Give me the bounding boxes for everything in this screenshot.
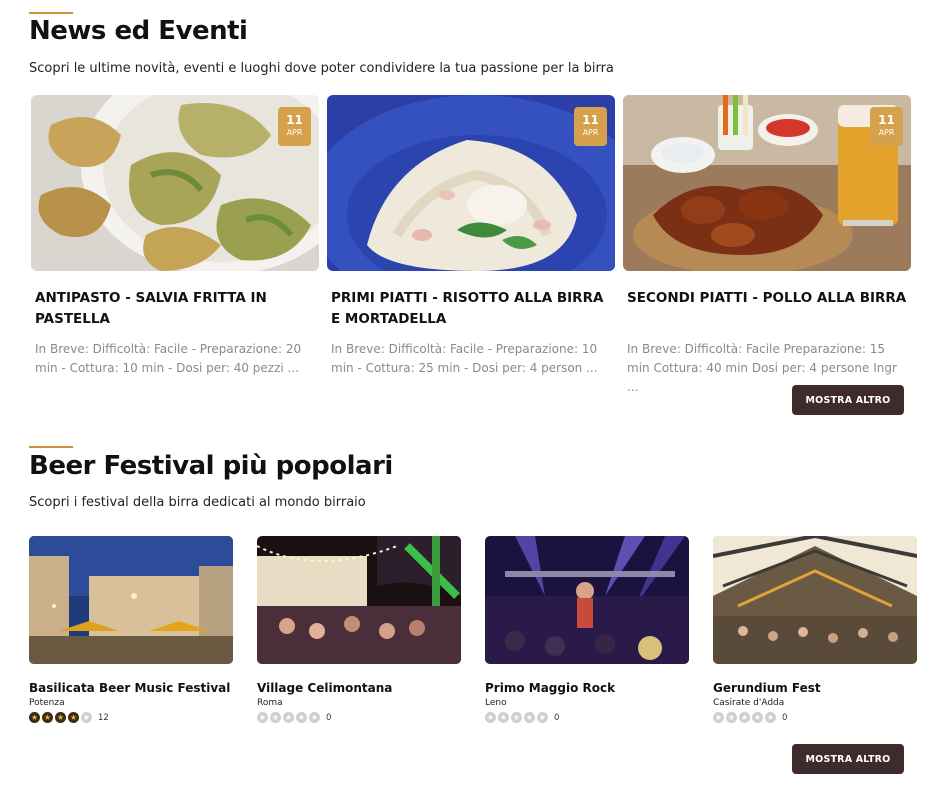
news-show-more-button[interactable]: MOSTRA ALTRO [792,385,904,415]
date-day: 11 [582,113,599,127]
news-card-description: In Breve: Difficoltà: Facile - Preparazi… [35,342,302,375]
news-card-title[interactable]: PRIMI PIATTI - RISOTTO ALLA BIRRA E MORT… [331,288,611,330]
festival-card[interactable]: Gerundium Fest Casirate d'Adda ★ ★ ★ ★ ★… [713,536,917,723]
star-icon: ★ [257,712,268,723]
festival-show-more-button[interactable]: MOSTRA ALTRO [792,744,904,774]
festival-city: Casirate d'Adda [713,698,785,708]
rating-count: 0 [554,712,560,723]
festival-card[interactable]: Basilicata Beer Music Festival Potenza ★… [29,536,233,723]
date-badge: 11 APR [278,107,311,146]
date-badge: 11 APR [574,107,607,146]
star-icon: ★ [524,712,535,723]
rating-count: 12 [98,712,109,723]
star-icon: ★ [537,712,548,723]
star-icon: ★ [765,712,776,723]
news-card-description: In Breve: Difficoltà: Facile - Preparazi… [331,342,598,375]
star-icon: ★ [42,712,53,723]
star-icon: ★ [68,712,79,723]
news-card[interactable]: 11 APR PRIMI PIATTI - RISOTTO ALLA BIRRA… [327,95,615,378]
news-image-pollo[interactable]: 11 APR [623,95,911,271]
festival-city: Leno [485,698,507,708]
date-day: 11 [878,113,895,127]
festival-section-subtitle: Scopri i festival della birra dedicati a… [29,495,366,510]
festival-image[interactable] [257,536,461,664]
star-rating: ★ ★ ★ ★ ★ 0 [485,712,689,723]
star-icon: ★ [283,712,294,723]
star-icon: ★ [81,712,92,723]
star-rating: ★ ★ ★ ★ ★ 12 [29,712,233,723]
festival-card[interactable]: Primo Maggio Rock Leno ★ ★ ★ ★ ★ 0 [485,536,689,723]
star-icon: ★ [29,712,40,723]
festival-name[interactable]: Basilicata Beer Music Festival [29,681,233,695]
festival-card[interactable]: Village Celimontana Roma ★ ★ ★ ★ ★ 0 [257,536,461,723]
date-badge: 11 APR [870,107,903,146]
star-icon: ★ [713,712,724,723]
star-icon: ★ [726,712,737,723]
news-image-salvia[interactable]: 11 APR [31,95,319,271]
star-icon: ★ [296,712,307,723]
festival-name[interactable]: Village Celimontana [257,681,461,695]
news-section-subtitle: Scopri le ultime novità, eventi e luoghi… [29,61,614,76]
news-card[interactable]: 11 APR ANTIPASTO - SALVIA FRITTA IN PAST… [31,95,319,378]
news-section-title: News ed Eventi [29,16,248,46]
festival-image[interactable] [485,536,689,664]
star-icon: ★ [739,712,750,723]
news-card[interactable]: 11 APR SECONDI PIATTI - POLLO ALLA BIRRA… [623,95,911,397]
festival-accent-line [29,446,73,448]
festival-image[interactable] [713,536,917,664]
star-icon: ★ [309,712,320,723]
star-icon: ★ [485,712,496,723]
star-icon: ★ [55,712,66,723]
star-icon: ★ [270,712,281,723]
star-icon: ★ [498,712,509,723]
festival-section-title: Beer Festival più popolari [29,451,393,481]
rating-count: 0 [326,712,332,723]
star-icon: ★ [511,712,522,723]
festival-name[interactable]: Primo Maggio Rock [485,681,689,695]
date-month: APR [286,128,303,137]
news-card-title[interactable]: ANTIPASTO - SALVIA FRITTA IN PASTELLA [35,288,315,330]
star-icon: ★ [752,712,763,723]
festival-city: Roma [257,698,283,708]
festival-image[interactable] [29,536,233,664]
news-image-risotto[interactable]: 11 APR [327,95,615,271]
date-day: 11 [286,113,303,127]
date-month: APR [582,128,599,137]
festival-name[interactable]: Gerundium Fest [713,681,917,695]
news-accent-line [29,12,73,14]
star-rating: ★ ★ ★ ★ ★ 0 [713,712,917,723]
date-month: APR [878,128,895,137]
rating-count: 0 [782,712,788,723]
festival-city: Potenza [29,698,65,708]
star-rating: ★ ★ ★ ★ ★ 0 [257,712,461,723]
news-card-title[interactable]: SECONDI PIATTI - POLLO ALLA BIRRA [627,288,907,330]
